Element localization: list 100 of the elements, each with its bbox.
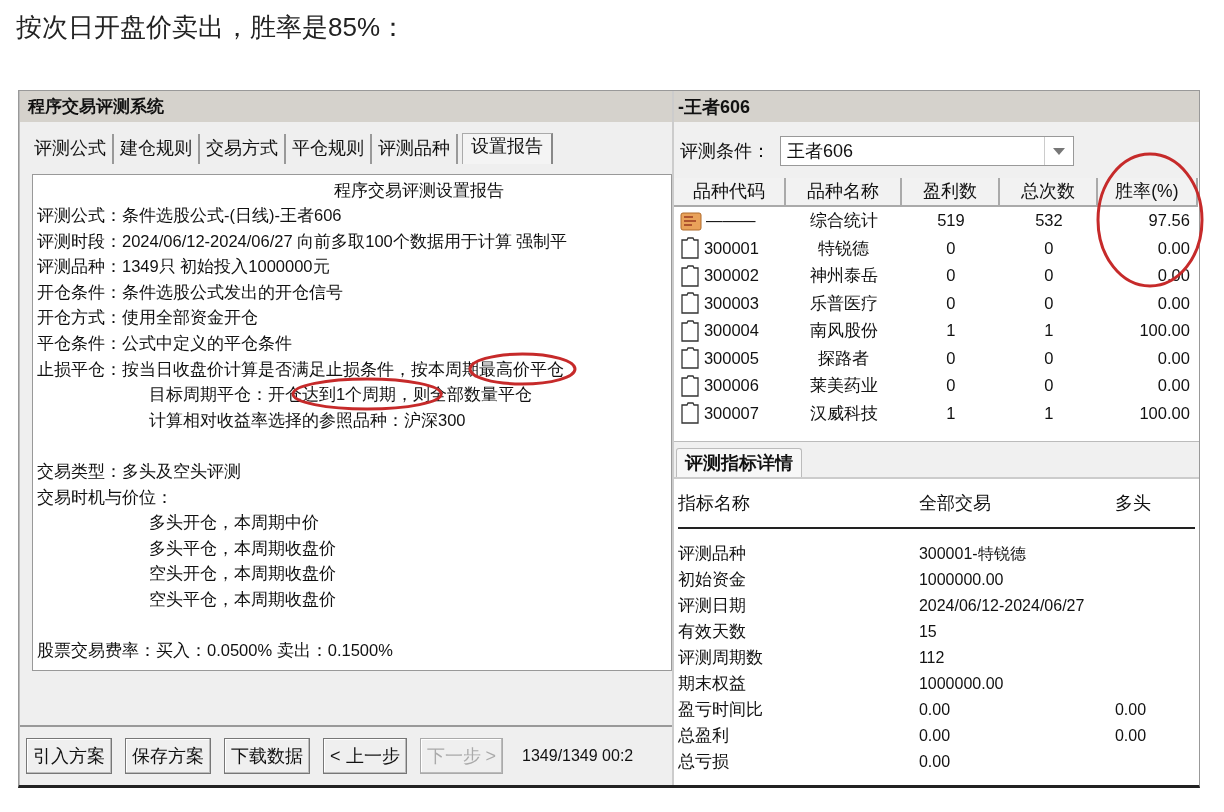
table-cell-text: 532 <box>1034 210 1064 231</box>
report-line: 股票交易费率：买入：0.0500% 卖出：0.1500% <box>37 640 393 662</box>
report-line: 评测公式：条件选股公式-(日线)-王者606 <box>37 205 342 226</box>
condition-label: 评测条件： <box>679 140 770 163</box>
step-button[interactable]: 下载数据 <box>224 738 310 774</box>
condition-dropdown[interactable]: 王者606 <box>779 136 1074 166</box>
metric-name: 评测周期数 <box>677 647 764 669</box>
table-cell-text: 300005 <box>703 347 759 369</box>
table-cell-text: 0.00 <box>1156 375 1191 396</box>
table-cell-text: 1 <box>945 402 957 424</box>
table-cell-text: 300002 <box>703 265 759 286</box>
table-cell-text: 0.00 <box>1156 237 1191 259</box>
progress-status: 1349/1349 00:2 <box>522 747 634 765</box>
table-cell-text: 探路者 <box>817 347 871 369</box>
document-icon <box>679 264 700 287</box>
metric-name: 盈亏时间比 <box>677 699 764 721</box>
step-button[interactable]: < 上一步 <box>323 738 407 774</box>
tab[interactable]: 设置报告 <box>462 133 553 164</box>
metric-value: 112 <box>918 648 946 668</box>
table-cell-text: 0 <box>945 375 957 396</box>
report-line: 空头开仓，本周期收盘价 <box>148 563 336 585</box>
metric-name: 评测品种 <box>677 543 747 565</box>
column-header: 全部交易 <box>918 492 992 515</box>
report-line: 开仓方式：使用全部资金开仓 <box>37 307 258 329</box>
table-cell-text: 0 <box>1043 375 1055 396</box>
metric-value: 1000000.00 <box>918 674 1005 694</box>
window-title: -王者606 <box>677 95 750 119</box>
column-header[interactable]: 总次数 <box>999 178 1098 207</box>
metric-value: 0.00 <box>918 700 952 720</box>
column-header[interactable]: 品种代码 <box>673 178 786 207</box>
report-line: 多头开仓，本周期中价 <box>148 512 319 534</box>
document-icon <box>679 347 700 370</box>
table-cell-text: 300001 <box>703 237 759 259</box>
step-button[interactable]: 保存方案 <box>125 738 211 774</box>
table-cell-text: 1 <box>945 320 957 341</box>
table-cell-text: 神州泰岳 <box>808 265 879 286</box>
column-header[interactable]: 盈利数 <box>901 178 1000 207</box>
table-cell-text: 300004 <box>703 320 759 341</box>
report-line: 平仓条件：公式中定义的平仓条件 <box>37 332 292 354</box>
metric-name: 初始资金 <box>677 569 747 591</box>
step-button[interactable]: 引入方案 <box>26 738 112 774</box>
tab[interactable]: 交易方式 <box>200 134 286 164</box>
report-line: 开仓条件：条件选股公式发出的开仓信号 <box>37 281 343 303</box>
table-cell-text: 0 <box>945 292 957 314</box>
table-cell-text: 97.56 <box>1147 210 1191 231</box>
table-cell-text: 0 <box>1043 265 1055 286</box>
metric-value: 0.00 <box>1114 726 1148 746</box>
metric-value: 2024/06/12-2024/06/27 <box>918 596 1086 616</box>
metric-value: 300001-特锐德 <box>918 544 1027 564</box>
table-cell-text: 0.00 <box>1156 292 1191 314</box>
tab[interactable]: 评测品种 <box>372 134 458 164</box>
table-cell-text: 0.00 <box>1156 347 1191 369</box>
report-line: 评测时段：2024/06/12-2024/06/27 向前多取100个数据用于计算 强制平 <box>37 230 568 252</box>
document-icon <box>679 292 700 315</box>
metric-name: 评测日期 <box>677 595 747 617</box>
report-line: 交易时机与价位： <box>37 486 173 508</box>
metric-name: 总亏损 <box>677 751 730 773</box>
tab[interactable]: 评测公式 <box>28 134 114 164</box>
table-cell-text: 乐普医疗 <box>808 292 879 314</box>
report-line: 计算相对收益率选择的参照品种：沪深300 <box>148 409 466 431</box>
metric-name: 总盈利 <box>677 725 730 747</box>
table-cell-text: 0 <box>1043 292 1055 314</box>
table-cell-text: 1 <box>1043 320 1055 341</box>
metric-value: 0.00 <box>1114 700 1148 720</box>
tab[interactable]: 建仓规则 <box>114 134 200 164</box>
metric-name: 有效天数 <box>677 621 747 643</box>
tab[interactable]: 评测指标详情 <box>675 448 802 477</box>
report-line: 多头平仓，本周期收盘价 <box>148 537 336 559</box>
table-cell-text: 莱美药业 <box>808 375 879 396</box>
document-icon <box>679 374 700 397</box>
table-cell-text: 100.00 <box>1138 402 1191 424</box>
table-cell-text: 南风股份 <box>808 320 879 341</box>
column-header[interactable]: 胜率(%) <box>1097 178 1198 207</box>
table-cell-text: 300003 <box>703 292 759 314</box>
report-line: 评测品种：1349只 初始投入1000000元 <box>37 256 330 278</box>
column-header: 多头 <box>1114 492 1152 515</box>
metric-value: 15 <box>918 622 938 642</box>
table-cell-text: ——— <box>705 210 756 231</box>
column-header: 指标名称 <box>677 492 751 515</box>
table-cell-text: 519 <box>936 210 966 231</box>
report-line: 空头平仓，本周期收盘价 <box>148 588 336 610</box>
window-title: 程序交易评测系统 <box>28 96 164 118</box>
document-icon <box>679 237 700 260</box>
metric-value: 0.00 <box>918 726 952 746</box>
metric-value: 1000000.00 <box>918 570 1005 590</box>
table-cell-text: 汉威科技 <box>808 402 879 424</box>
table-cell-text: 300007 <box>703 402 759 424</box>
table-cell-text: 300006 <box>703 375 759 396</box>
document-icon <box>679 402 700 425</box>
folder-icon <box>679 210 702 231</box>
table-cell-text: 1 <box>1043 402 1055 424</box>
table-cell-text: 0 <box>1043 237 1055 259</box>
table-cell-text: 0 <box>945 237 957 259</box>
column-header[interactable]: 品种名称 <box>785 178 902 207</box>
table-cell-text: 综合统计 <box>808 210 879 231</box>
report-title: 程序交易评测设置报告 <box>332 180 505 202</box>
table-cell-text: 0 <box>1043 347 1055 369</box>
article-heading: 按次日开盘价卖出，胜率是85%： <box>15 11 408 44</box>
table-cell-text: 0 <box>945 347 957 369</box>
tab[interactable]: 平仓规则 <box>286 134 372 164</box>
